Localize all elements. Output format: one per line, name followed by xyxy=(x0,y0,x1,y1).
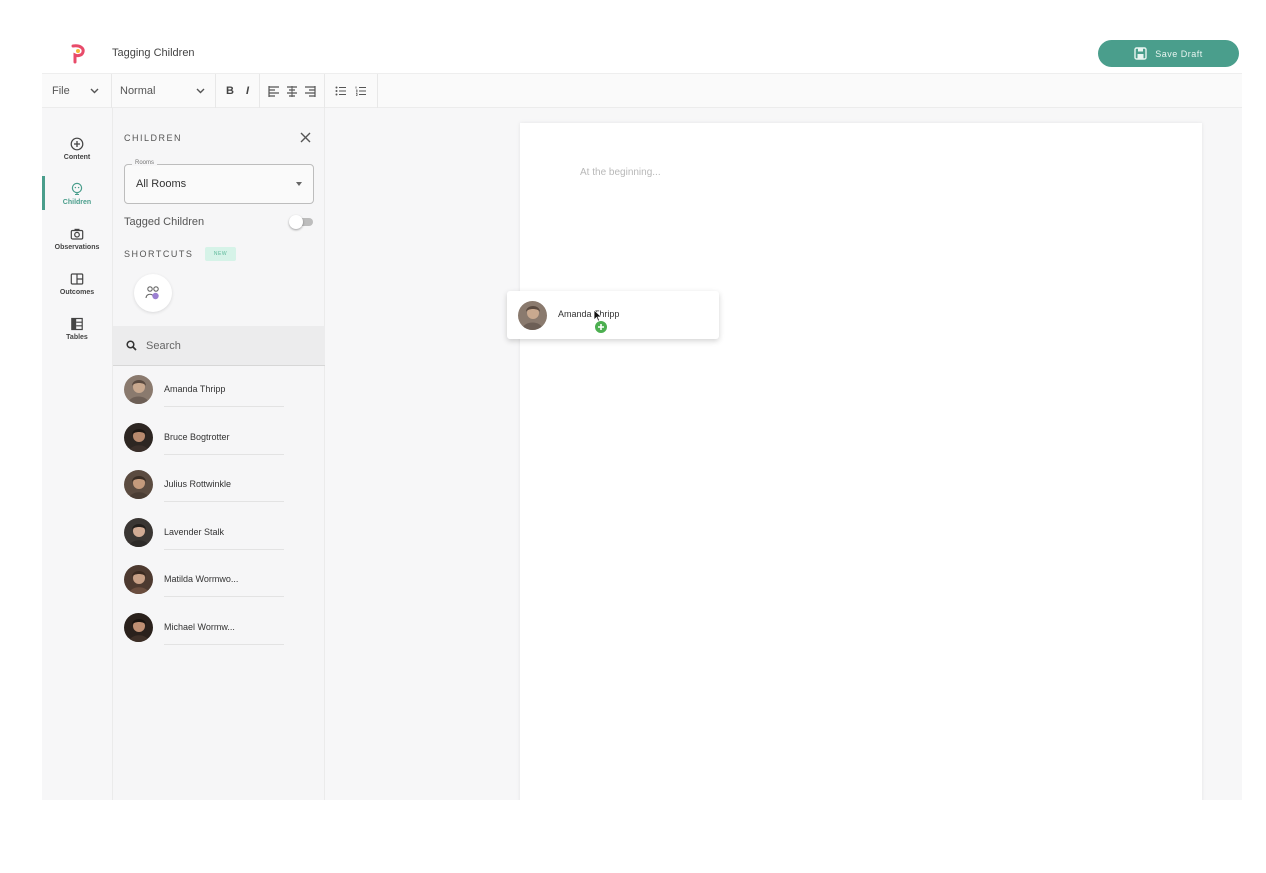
divider xyxy=(164,406,284,407)
children-panel: CHILDREN Rooms All Rooms Tagged Children… xyxy=(112,108,325,800)
italic-button[interactable]: I xyxy=(246,85,249,97)
side-nav-rail: Content Children Observations Outcomes T… xyxy=(42,108,112,800)
rail-item-label: Content xyxy=(63,154,91,161)
document-page[interactable]: At the beginning... xyxy=(520,123,1202,800)
editor-placeholder: At the beginning... xyxy=(580,167,661,178)
rail-item-label: Outcomes xyxy=(59,289,95,296)
rail-item-label: Observations xyxy=(54,244,100,251)
file-menu-label: File xyxy=(52,84,70,97)
rail-item-outcomes[interactable]: Outcomes xyxy=(42,270,112,312)
numbered-list-icon[interactable] xyxy=(355,85,367,97)
bold-button[interactable]: B xyxy=(226,85,234,97)
document-title: Tagging Children xyxy=(112,47,195,59)
rooms-select[interactable]: Rooms All Rooms xyxy=(124,160,314,204)
child-name: Amanda Thripp xyxy=(164,384,226,394)
outcomes-icon xyxy=(70,273,84,285)
list-item[interactable]: Matilda Wormwo... xyxy=(113,556,325,604)
divider xyxy=(164,596,284,597)
file-menu[interactable]: File xyxy=(42,73,112,108)
bulleted-list-icon[interactable] xyxy=(335,85,347,97)
shortcut-group-button[interactable] xyxy=(134,274,172,312)
divider xyxy=(164,501,284,502)
child-name: Bruce Bogtrotter xyxy=(164,431,230,442)
app-logo-icon xyxy=(71,44,85,64)
avatar xyxy=(124,470,153,499)
text-format-group: B I xyxy=(216,73,261,108)
dragged-child-chip[interactable]: Amanda Thripp xyxy=(507,291,719,339)
camera-icon xyxy=(70,228,84,240)
avatar xyxy=(124,612,153,642)
rooms-legend: Rooms xyxy=(132,160,158,166)
child-name: Lavender Stalk xyxy=(164,526,225,537)
save-icon xyxy=(1134,47,1147,60)
text-style-select[interactable]: Normal xyxy=(112,73,216,108)
rail-item-tables[interactable]: Tables xyxy=(42,315,112,357)
list-item[interactable]: Julius Rottwinkle xyxy=(113,461,325,509)
search-placeholder: Search xyxy=(146,339,181,352)
divider xyxy=(164,453,284,455)
tagged-children-label: Tagged Children xyxy=(124,216,205,228)
avatar xyxy=(518,301,547,330)
formatting-toolbar: File Normal B I xyxy=(42,73,1242,108)
rail-item-observations[interactable]: Observations xyxy=(42,225,112,267)
chevron-down-icon xyxy=(90,88,99,94)
toggle-knob xyxy=(289,215,303,229)
children-list: Amanda Thripp Bruce Bogtrotter Julius Ro… xyxy=(113,366,325,651)
list-item[interactable]: Bruce Bogtrotter xyxy=(113,414,325,462)
avatar xyxy=(124,375,153,404)
child-name: Matilda Wormwo... xyxy=(164,574,239,584)
plus-circle-icon xyxy=(70,137,84,151)
save-draft-button[interactable]: Save Draft xyxy=(1098,40,1239,67)
alignment-group xyxy=(260,73,326,108)
table-icon xyxy=(71,317,83,331)
group-shortcut-icon xyxy=(145,286,159,300)
divider xyxy=(164,548,284,550)
rail-item-content[interactable]: Content xyxy=(42,135,112,177)
panel-heading: CHILDREN xyxy=(124,133,183,143)
avatar xyxy=(124,517,153,547)
divider xyxy=(164,643,284,645)
child-name: Julius Rottwinkle xyxy=(164,479,232,489)
align-right-icon[interactable] xyxy=(304,85,316,97)
avatar xyxy=(124,422,153,452)
child-name: Michael Wormw... xyxy=(164,621,235,632)
list-item[interactable]: Lavender Stalk xyxy=(113,509,325,557)
editor-canvas: At the beginning... xyxy=(325,108,1242,800)
save-draft-label: Save Draft xyxy=(1155,48,1203,59)
close-icon[interactable] xyxy=(300,132,311,143)
rail-item-label: Tables xyxy=(66,334,88,341)
list-item[interactable]: Michael Wormw... xyxy=(113,604,325,652)
dragged-child-name: Amanda Thripp xyxy=(558,309,620,319)
align-left-icon[interactable] xyxy=(268,85,280,97)
new-badge: NEW xyxy=(205,247,236,261)
children-icon xyxy=(71,182,83,196)
rail-item-children[interactable]: Children xyxy=(42,180,112,222)
chevron-down-icon xyxy=(196,88,205,94)
text-style-label: Normal xyxy=(120,84,156,97)
rail-item-label: Children xyxy=(62,199,92,206)
avatar xyxy=(124,565,153,594)
rooms-value: All Rooms xyxy=(136,178,187,190)
tagged-children-toggle[interactable] xyxy=(289,215,315,229)
add-drop-icon xyxy=(594,320,608,334)
caret-down-icon xyxy=(296,182,302,186)
top-bar: Tagging Children Save Draft xyxy=(42,34,1242,74)
app-window: Tagging Children Save Draft File Normal … xyxy=(42,34,1242,800)
align-center-icon[interactable] xyxy=(286,85,298,97)
list-item[interactable]: Amanda Thripp xyxy=(113,366,325,414)
search-icon xyxy=(126,340,137,351)
list-group xyxy=(325,73,379,108)
shortcuts-label: SHORTCUTS xyxy=(124,249,194,259)
search-input[interactable]: Search xyxy=(113,326,325,366)
